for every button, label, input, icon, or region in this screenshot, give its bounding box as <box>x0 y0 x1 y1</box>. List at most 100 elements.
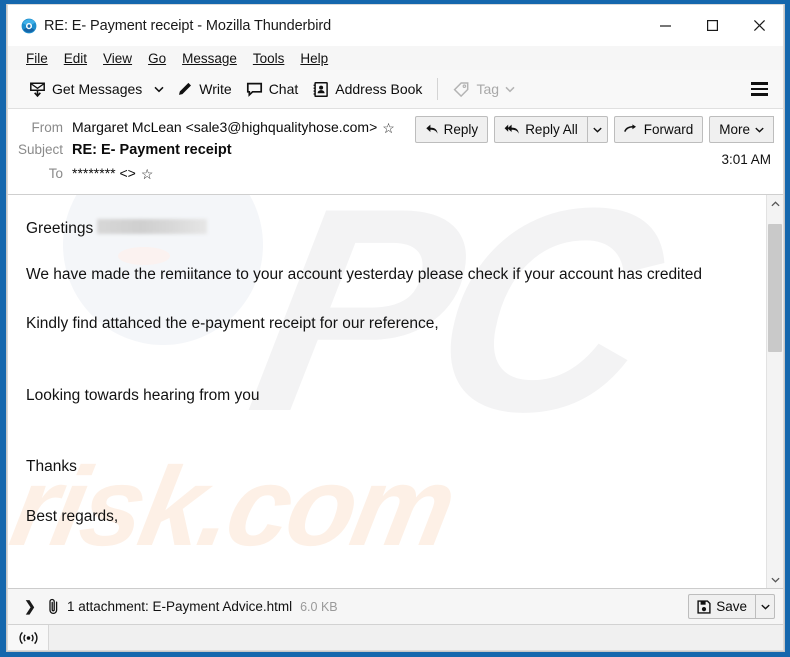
to-label: To <box>48 166 63 181</box>
chat-label: Chat <box>268 81 299 97</box>
attachment-size: 6.0 KB <box>300 599 338 614</box>
more-label: More <box>719 122 750 137</box>
save-split-button: Save <box>688 594 775 619</box>
minimize-button[interactable] <box>642 5 689 46</box>
from-value: Margaret McLean <sale3@highqualityhose.c… <box>72 119 395 135</box>
redacted-recipient-name <box>97 219 208 234</box>
menu-edit-label: Edit <box>63 50 88 66</box>
address-book-label: Address Book <box>335 81 423 97</box>
tag-dropdown-icon <box>505 86 515 93</box>
reply-button[interactable]: Reply <box>414 116 489 143</box>
hamburger-line <box>750 82 768 85</box>
menu-message-label: Message <box>182 50 237 66</box>
pencil-icon <box>176 81 193 98</box>
menu-view[interactable]: View <box>95 49 140 68</box>
hamburger-line <box>750 93 768 96</box>
title-bar: RE: E- Payment receipt - Mozilla Thunder… <box>7 4 784 46</box>
forward-arrow-icon <box>623 124 639 135</box>
body-paragraph: Looking towards hearing from you <box>26 386 260 404</box>
paperclip-icon <box>44 597 62 617</box>
reply-all-label: Reply All <box>525 122 578 137</box>
scroll-down-arrow[interactable] <box>767 571 783 588</box>
address-book-button[interactable]: Address Book <box>305 75 429 103</box>
reply-all-arrow-icon <box>504 123 520 136</box>
reply-all-dropdown[interactable] <box>586 116 608 143</box>
body-paragraph: Kindly find attahced the e-payment recei… <box>26 315 439 333</box>
address-book-icon <box>312 81 329 98</box>
offline-status-icon <box>18 631 38 645</box>
get-messages-icon <box>29 81 46 98</box>
write-label: Write <box>199 81 232 97</box>
forward-label: Forward <box>643 122 694 137</box>
offline-status-pane[interactable] <box>8 625 49 650</box>
get-messages-label: Get Messages <box>52 81 143 97</box>
body-paragraph: We have made the remiitance to your acco… <box>26 265 703 283</box>
more-dropdown-icon <box>755 127 764 133</box>
menu-bar: File Edit View Go Message Tools Help <box>7 46 784 70</box>
save-dropdown[interactable] <box>755 594 775 619</box>
chat-button[interactable]: Chat <box>239 75 306 103</box>
scrollbar-track[interactable] <box>767 212 783 571</box>
app-menu-button[interactable] <box>744 75 774 103</box>
body-paragraph: Thanks <box>26 458 77 476</box>
attachment-bar: ❯ 1 attachment: E-Payment Advice.html 6.… <box>7 588 784 624</box>
hamburger-line <box>750 87 768 91</box>
body-greeting: Greetings <box>26 217 746 241</box>
to-address[interactable]: ******** <> <box>72 165 136 181</box>
reply-arrow-icon <box>425 123 439 136</box>
subject-label: Subject <box>17 142 63 157</box>
menu-file[interactable]: File <box>18 49 56 68</box>
star-icon[interactable]: ☆ <box>141 167 154 181</box>
menu-help-label: Help <box>300 50 329 66</box>
menu-view-label: View <box>103 50 133 66</box>
save-label: Save <box>716 599 747 614</box>
body-paragraph: Best regards, <box>26 507 119 525</box>
forward-button[interactable]: Forward <box>613 116 704 143</box>
thunderbird-window: RE: E- Payment receipt - Mozilla Thunder… <box>0 0 790 657</box>
menu-edit[interactable]: Edit <box>56 49 95 68</box>
reply-all-button[interactable]: Reply All <box>494 116 587 143</box>
window-title: RE: E- Payment receipt - Mozilla Thunder… <box>44 17 332 34</box>
scroll-up-arrow[interactable] <box>767 195 783 212</box>
attachment-expand-icon[interactable]: ❯ <box>20 596 40 618</box>
tag-button[interactable]: Tag <box>446 75 522 103</box>
chat-bubble-icon <box>246 81 263 98</box>
attachment-summary[interactable]: 1 attachment: E-Payment Advice.html <box>67 599 292 614</box>
get-messages-button[interactable]: Get Messages <box>22 75 149 103</box>
thunderbird-icon <box>21 18 37 34</box>
close-button[interactable] <box>736 5 783 46</box>
menu-go-label: Go <box>148 50 167 66</box>
message-header: From Margaret McLean <sale3@highqualityh… <box>7 109 784 195</box>
message-body[interactable]: PC risk.com Greetings We have made the r… <box>8 195 766 588</box>
scrollbar-thumb[interactable] <box>768 224 782 352</box>
reply-all-split: Reply All <box>494 116 608 143</box>
tag-icon <box>453 81 470 98</box>
from-address[interactable]: Margaret McLean <sale3@highqualityhose.c… <box>72 119 377 135</box>
save-icon <box>697 599 711 614</box>
message-timestamp: 3:01 AM <box>721 152 771 167</box>
more-split: More <box>709 116 774 143</box>
write-button[interactable]: Write <box>169 75 238 103</box>
reply-label: Reply <box>443 122 479 137</box>
menu-tools-label: Tools <box>252 50 285 66</box>
greeting-text: Greetings <box>26 220 94 237</box>
status-bar-rest <box>49 625 783 650</box>
save-attachment-button[interactable]: Save <box>688 594 755 619</box>
window-inner: RE: E- Payment receipt - Mozilla Thunder… <box>6 4 785 652</box>
star-icon[interactable]: ☆ <box>382 121 395 135</box>
get-messages-dropdown[interactable] <box>149 75 169 103</box>
menu-go[interactable]: Go <box>140 49 174 68</box>
message-actions: Reply Reply All Forward More <box>414 116 774 143</box>
menu-message[interactable]: Message <box>174 49 245 68</box>
menu-file-label: File <box>26 50 48 66</box>
menu-tools[interactable]: Tools <box>245 49 293 68</box>
menu-help[interactable]: Help <box>292 49 336 68</box>
to-row: To ******** <> ☆ <box>8 164 783 187</box>
main-toolbar: Get Messages Write Chat Address Book Tag <box>7 70 784 109</box>
maximize-button[interactable] <box>689 5 736 46</box>
to-value: ******** <> ☆ <box>72 165 153 181</box>
message-body-text: Greetings We have made the remiitance to… <box>26 217 746 528</box>
body-scrollbar[interactable] <box>766 195 783 588</box>
more-button[interactable]: More <box>709 116 774 143</box>
tag-label: Tag <box>476 81 500 97</box>
